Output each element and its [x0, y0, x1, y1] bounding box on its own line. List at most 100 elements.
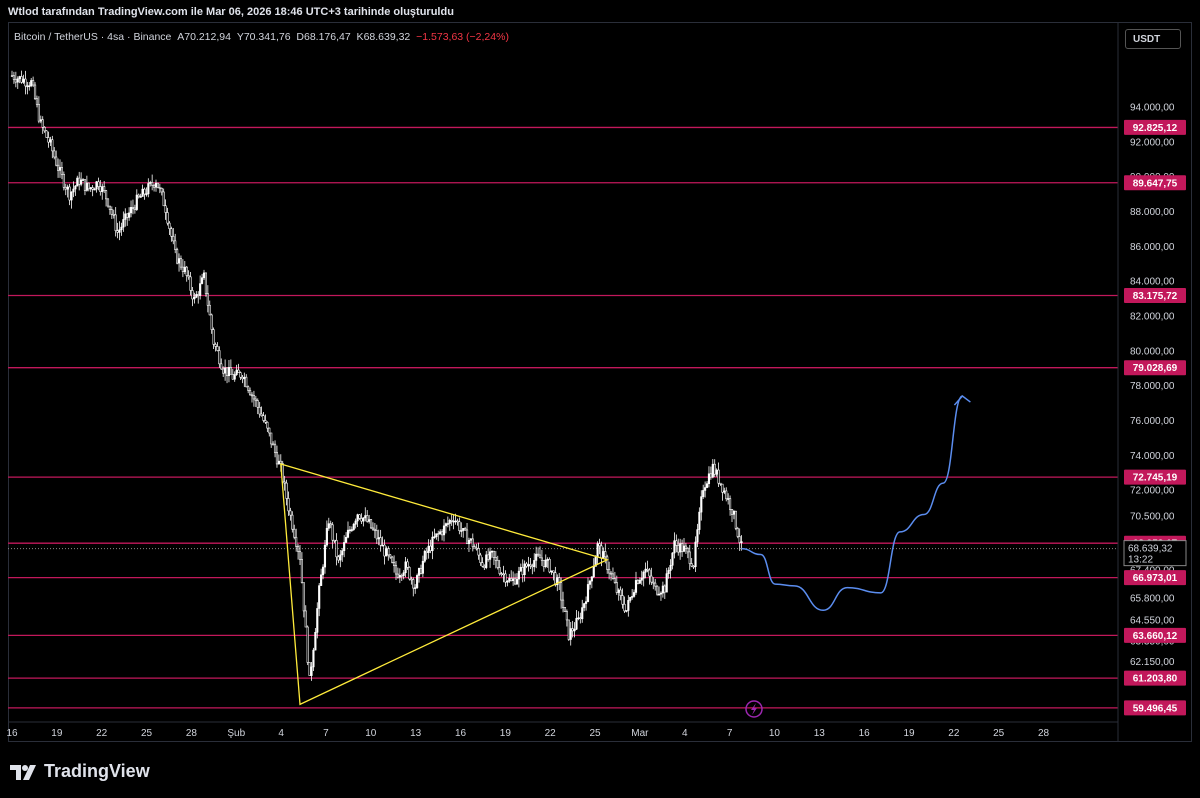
candle-body [245, 376, 248, 388]
candle-body [256, 400, 259, 408]
candle-body [312, 649, 315, 668]
candle-body [252, 395, 255, 400]
price-tick-label: 84.000,00 [1130, 277, 1175, 288]
candle-body [108, 205, 111, 210]
candle-body [49, 139, 52, 143]
candle-body [129, 207, 133, 214]
candle-body [554, 572, 557, 586]
candle-body [588, 580, 591, 585]
candle-body [202, 272, 206, 279]
candle-body [371, 527, 375, 530]
candle-body [629, 597, 632, 601]
candle-body [128, 212, 131, 218]
candle-body [329, 523, 332, 526]
candle-body [609, 572, 613, 575]
candle-body [112, 213, 115, 216]
candle-body [615, 582, 618, 593]
candle-body [177, 258, 181, 264]
candle-body [437, 533, 440, 535]
currency-button[interactable]: USDT [1125, 29, 1181, 49]
candle-body [727, 498, 730, 500]
candle-body [153, 184, 156, 188]
candle-body [172, 235, 175, 242]
candle-body [212, 329, 215, 345]
candle-body [331, 524, 334, 541]
candle-body [285, 482, 288, 499]
candle-body [702, 490, 705, 497]
time-tick-label: 25 [589, 728, 601, 739]
candle-body [654, 582, 657, 587]
candle-body [131, 207, 135, 209]
candle-body [416, 575, 419, 588]
price-tick-label: 80.000,00 [1130, 346, 1175, 357]
candle-body [504, 573, 507, 583]
candle-body [264, 420, 267, 423]
candle-body [268, 427, 271, 434]
candle-body [166, 212, 169, 224]
candle-body [297, 546, 300, 552]
candle-body [560, 582, 563, 601]
candle-body [41, 119, 44, 128]
candle-body [540, 557, 543, 561]
candle-body [398, 575, 401, 578]
candle-body [227, 367, 231, 377]
candle-body [277, 460, 280, 465]
candle-body [730, 509, 734, 515]
candle-body [561, 599, 565, 608]
candle-body [237, 369, 240, 373]
candle-body [613, 578, 616, 583]
candle-body [201, 277, 204, 284]
candle-body [377, 537, 380, 540]
candle-body [444, 523, 447, 527]
time-axis: 16 19 22 25 28 Şub 4 7 10 13 16 19 22 25 Mar 4 7 10 13 16 19… [6, 721, 1118, 739]
candle-body [247, 386, 250, 391]
candle-body [481, 562, 484, 567]
candle-body [698, 511, 701, 530]
candle-body [400, 575, 403, 577]
tradingview-logo[interactable]: TradingView [10, 761, 150, 782]
candle-body [640, 577, 643, 581]
candle-body [705, 483, 709, 488]
candle-body [222, 368, 225, 374]
high-label: Y [236, 31, 244, 43]
candle-body [133, 207, 136, 210]
candle-body [174, 240, 177, 250]
candle-body [300, 559, 303, 583]
candle-body [475, 547, 478, 550]
candle-body [627, 600, 630, 611]
candle-body [66, 186, 69, 190]
candle-body [567, 619, 570, 640]
candle-body [383, 544, 386, 557]
candle-body [690, 563, 693, 567]
candle-body [592, 566, 595, 578]
level-tag-label: 66.973,01 [1133, 573, 1178, 584]
close-label: K [356, 31, 364, 43]
candle-body [362, 517, 365, 522]
price-tick-label: 92.000,00 [1130, 137, 1175, 148]
candle-body [114, 214, 117, 232]
candle-body [360, 518, 363, 522]
tradingview-logo-text: TradingView [44, 761, 150, 781]
candle-body [585, 601, 588, 604]
candle-body [696, 529, 699, 543]
time-tick-label: 19 [903, 728, 915, 739]
candle-body [231, 374, 234, 380]
candle-body [394, 565, 398, 575]
candle-body [249, 390, 252, 396]
candle-body [185, 266, 188, 276]
lightning-icon[interactable] [745, 700, 763, 718]
candle-body [734, 510, 737, 529]
price-chart[interactable]: 94.000,0092.000,0090.000,0088.000,0086.0… [0, 0, 1200, 798]
candle-body [471, 538, 474, 547]
candle-body [216, 346, 219, 351]
candle-body [619, 589, 622, 596]
candle-body [659, 592, 663, 595]
candle-body [341, 550, 344, 556]
candle-body [477, 548, 480, 556]
candle-body [646, 568, 649, 571]
candle-body [419, 567, 423, 574]
candle-body [95, 181, 98, 190]
candle-body [661, 585, 664, 594]
candle-body [103, 186, 106, 191]
candle-body [68, 186, 71, 201]
